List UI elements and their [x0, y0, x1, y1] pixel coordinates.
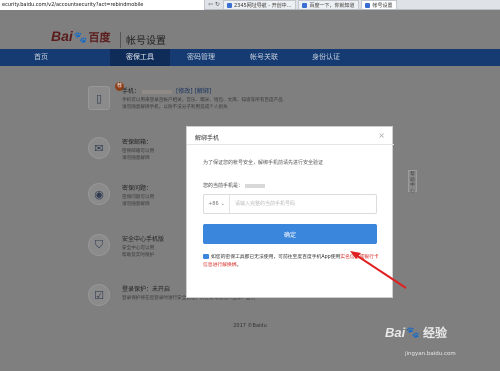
annotation-arrow [350, 251, 407, 289]
paw-icon: 🐾 [406, 326, 420, 339]
baidu-jingyan-watermark: Bai 🐾 经验 jingyan.baidu.com [385, 325, 456, 357]
